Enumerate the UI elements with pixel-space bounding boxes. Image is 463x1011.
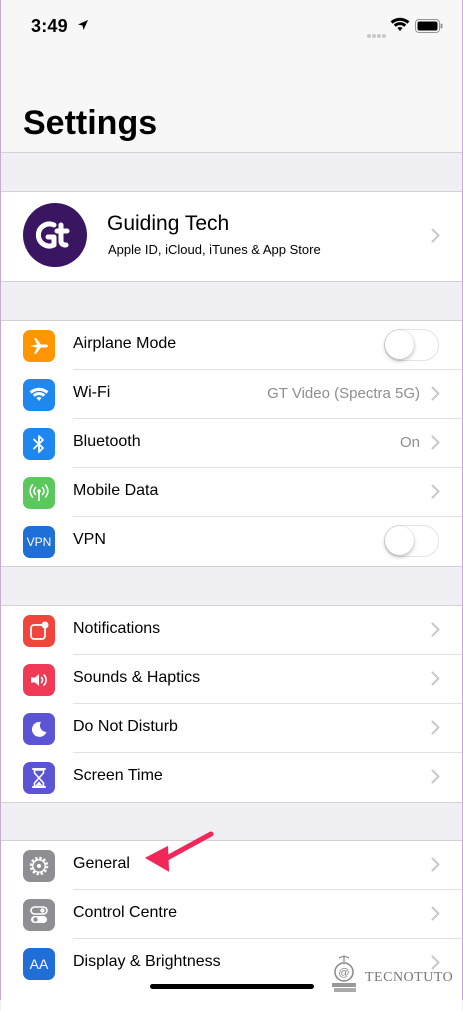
chevron-right-icon [431, 228, 440, 248]
watermark: @ TECNOTUTO [327, 952, 459, 998]
wifi-icon [23, 379, 55, 411]
bluetooth-icon [23, 428, 55, 460]
speaker-icon [23, 664, 55, 696]
airplane-mode-toggle[interactable] [384, 329, 439, 361]
control-centre-label: Control Centre [73, 904, 178, 921]
chevron-right-icon [431, 906, 440, 926]
annotation-arrow-icon [139, 826, 219, 879]
moon-icon [23, 713, 55, 745]
mobile-data-row[interactable]: Mobile Data [1, 468, 462, 517]
hourglass-icon [23, 762, 55, 794]
general-label: General [73, 855, 130, 872]
chevron-right-icon [431, 769, 440, 789]
toggle-knob [385, 330, 414, 359]
gear-icon [23, 850, 55, 882]
wifi-value: GT Video (Spectra 5G) [267, 385, 420, 402]
bluetooth-value: On [399, 434, 420, 451]
general-row[interactable]: General [1, 841, 462, 890]
vpn-row: VPN VPN [1, 517, 462, 566]
vpn-icon: VPN [23, 526, 55, 558]
bluetooth-label: Bluetooth [73, 433, 141, 450]
chevron-right-icon [431, 435, 440, 455]
profile-name: Guiding Tech [107, 212, 230, 235]
mobile-data-label: Mobile Data [73, 482, 159, 499]
apple-id-row[interactable]: Guiding Tech Apple ID, iCloud, iTunes & … [1, 191, 462, 282]
page-title: Settings [23, 104, 158, 142]
bluetooth-row[interactable]: Bluetooth On [1, 419, 462, 468]
chevron-right-icon [431, 671, 440, 691]
notifications-label: Notifications [73, 620, 161, 637]
home-indicator [150, 984, 314, 989]
sounds-label: Sounds & Haptics [73, 669, 201, 686]
antenna-icon [23, 477, 55, 509]
chevron-right-icon [431, 857, 440, 877]
status-bar: 3:49 [1, 0, 462, 56]
signal-dots-icon [367, 26, 387, 44]
status-time: 3:49 [31, 16, 68, 36]
screen-time-label: Screen Time [73, 767, 163, 784]
location-arrow-icon [77, 18, 89, 36]
notifications-group: Notifications Sounds & Haptics Do Not Di… [1, 605, 462, 803]
watermark-logo-icon: @ [332, 955, 356, 992]
control-centre-row[interactable]: Control Centre [1, 890, 462, 939]
wifi-label: Wi-Fi [73, 384, 111, 401]
svg-text:@: @ [338, 967, 349, 979]
chevron-right-icon [431, 386, 440, 406]
switches-icon [23, 899, 55, 931]
watermark-text: TECNOTUTO [365, 970, 454, 985]
title-area: Settings [1, 56, 462, 153]
vpn-toggle[interactable] [384, 525, 439, 557]
toggle-knob [385, 526, 414, 555]
display-brightness-label: Display & Brightness [73, 953, 221, 970]
text-size-icon: AA [23, 948, 55, 980]
chevron-right-icon [431, 484, 440, 504]
wifi-row[interactable]: Wi-Fi GT Video (Spectra 5G) [1, 370, 462, 419]
connectivity-group: Airplane Mode Wi-Fi GT Video (Spectra 5G… [1, 320, 462, 567]
notifications-row[interactable]: Notifications [1, 606, 462, 655]
chevron-right-icon [431, 720, 440, 740]
avatar [23, 203, 87, 267]
notifications-icon [23, 615, 55, 647]
profile-subtitle: Apple ID, iCloud, iTunes & App Store [108, 242, 321, 257]
do-not-disturb-row[interactable]: Do Not Disturb [1, 704, 462, 753]
screen-time-row[interactable]: Screen Time [1, 753, 462, 802]
airplane-mode-label: Airplane Mode [73, 335, 177, 352]
battery-icon [415, 19, 443, 38]
chevron-right-icon [431, 622, 440, 642]
wifi-status-icon [390, 17, 410, 38]
do-not-disturb-label: Do Not Disturb [73, 718, 178, 735]
airplane-icon [23, 330, 55, 362]
airplane-mode-row: Airplane Mode [1, 321, 462, 370]
sounds-row[interactable]: Sounds & Haptics [1, 655, 462, 704]
vpn-label: VPN [73, 531, 106, 548]
